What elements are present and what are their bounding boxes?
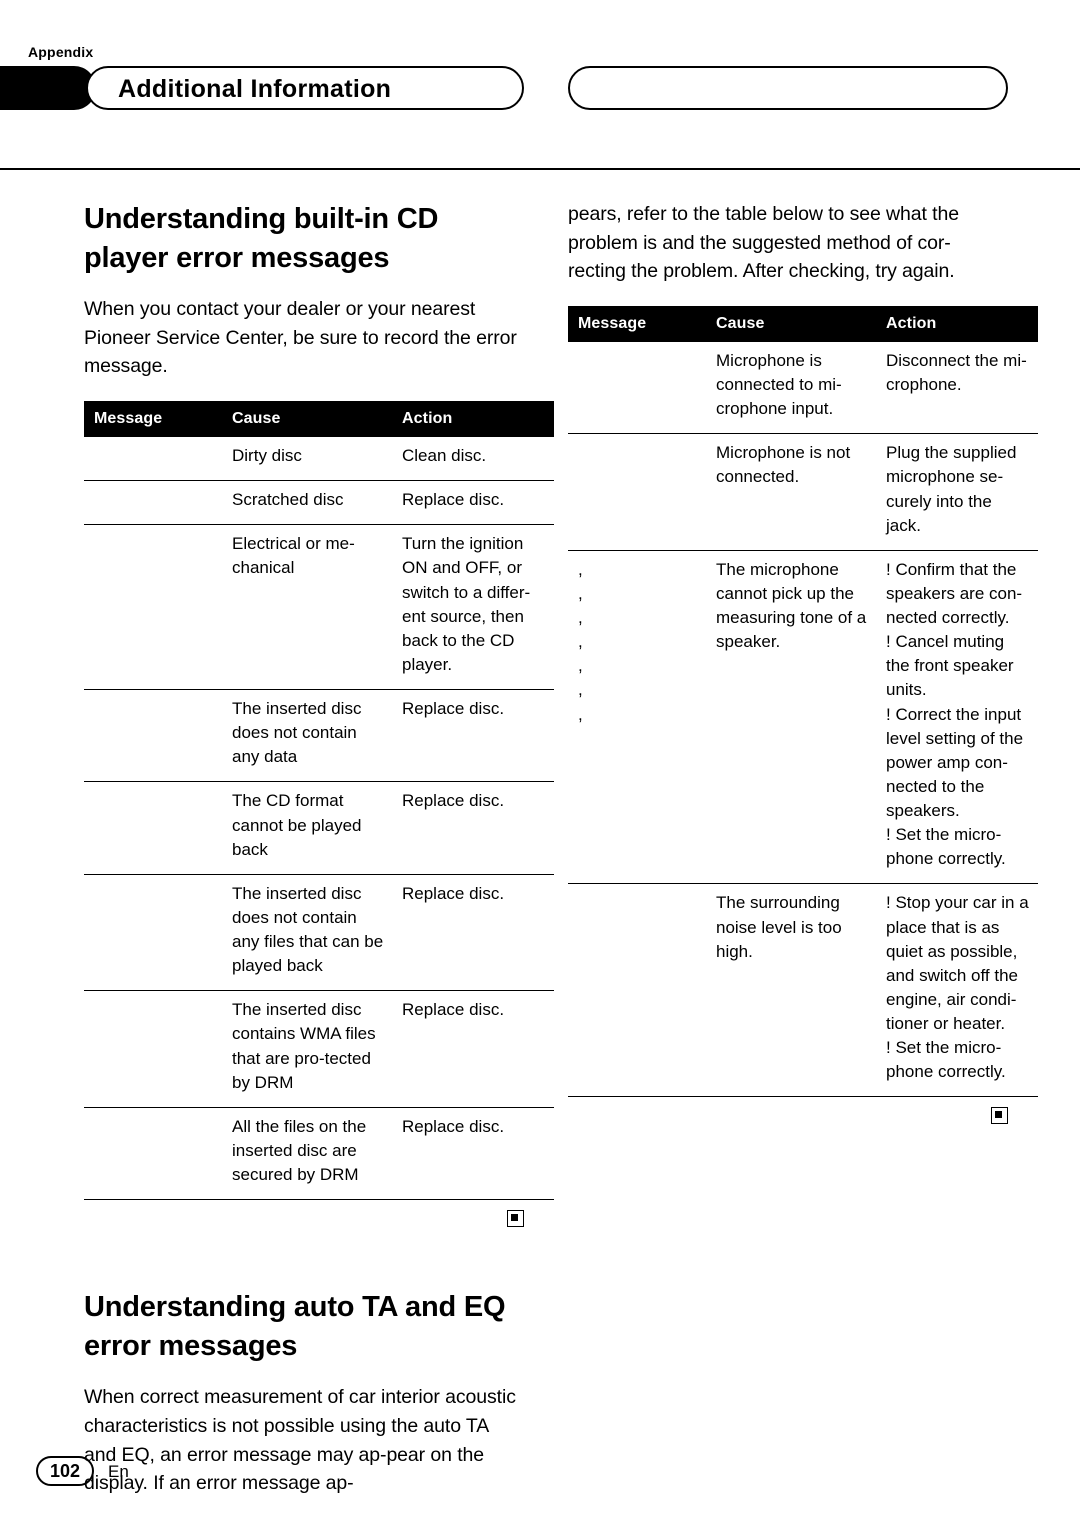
cell-message (84, 781, 222, 875)
left-heading-cd-errors: Understanding built-in CD player error m… (84, 203, 439, 274)
cell-cause: Scratched disc (222, 480, 392, 526)
table-row: The CD format cannot be played back Repl… (84, 781, 554, 875)
cell-action: Turn the ignition ON and OFF, or switch … (392, 524, 554, 691)
cell-cause: The surrounding noise level is too high. (706, 883, 876, 1098)
table-row: The surrounding noise level is too high.… (568, 883, 1038, 1098)
cd-error-table: Message Cause Action Dirty disc Clean di… (84, 401, 554, 1201)
table-row: Dirty disc Clean disc. (84, 437, 554, 482)
cell-action: Disconnect the mi-crophone. (876, 341, 1038, 435)
right-column: pears, refer to the table below to see w… (568, 200, 1038, 1129)
cell-message (568, 433, 706, 551)
cd-error-table-body: Dirty disc Clean disc. Scratched disc Re… (84, 437, 554, 1201)
table-row: , , , , , , , The microphone cannot pick… (568, 550, 1038, 885)
col-header-action: Action (876, 305, 1038, 342)
cell-action: Replace disc. (392, 480, 554, 526)
header-divider (0, 168, 1080, 170)
auto-ta-eq-error-table: Message Cause Action Microphone is conne… (568, 305, 1038, 1098)
page-number: 102 (36, 1456, 94, 1486)
cell-cause: The inserted disc contains WMA files tha… (222, 990, 392, 1108)
section-end-square-icon (507, 1210, 524, 1228)
cell-action: Plug the supplied microphone se-curely i… (876, 433, 1038, 551)
left-column: Understanding built-in CD player error m… (84, 200, 554, 1498)
cell-message (84, 437, 222, 482)
table-row: The inserted disc contains WMA files tha… (84, 990, 554, 1108)
cell-cause: The CD format cannot be played back (222, 781, 392, 875)
left-intro-paragraph: When you contact your dealer or your nea… (84, 298, 517, 378)
cell-message (84, 480, 222, 526)
cell-message: , , , , , , , (568, 550, 706, 885)
cell-action: Replace disc. (392, 990, 554, 1108)
right-end-marker-wrap (568, 1107, 1008, 1129)
header-black-tab (0, 66, 96, 110)
table-row: Scratched disc Replace disc. (84, 480, 554, 526)
auto-ta-eq-error-table-body: Microphone is connected to mi-crophone i… (568, 341, 1038, 1098)
cell-cause: Dirty disc (222, 437, 392, 482)
cell-message (84, 1107, 222, 1201)
cell-action: Replace disc. (392, 874, 554, 992)
table-row: Electrical or me-chanical Turn the ignit… (84, 524, 554, 691)
cell-cause: The microphone cannot pick up the measur… (706, 550, 876, 885)
right-intro-continued: pears, refer to the table below to see w… (568, 203, 959, 283)
cell-cause: Microphone is connected to mi-crophone i… (706, 341, 876, 435)
cell-cause: The inserted disc does not contain any d… (222, 689, 392, 783)
table-header-row: Message Cause Action (84, 401, 554, 438)
col-header-cause: Cause (222, 401, 392, 438)
cell-action: Replace disc. (392, 1107, 554, 1201)
cell-message (568, 883, 706, 1098)
cell-action: Clean disc. (392, 437, 554, 482)
cell-message (84, 990, 222, 1108)
section-end-square-icon (991, 1107, 1008, 1125)
section-title-pill: Additional Information (86, 66, 524, 110)
table-row: The inserted disc does not contain any f… (84, 874, 554, 992)
cell-message (84, 874, 222, 992)
cell-action: Replace disc. (392, 689, 554, 783)
cell-message (568, 341, 706, 435)
table-header-row: Message Cause Action (568, 305, 1038, 342)
cell-cause: Microphone is not connected. (706, 433, 876, 551)
page-language-label: En (108, 1462, 129, 1481)
col-header-action: Action (392, 401, 554, 438)
table-row: The inserted disc does not contain any d… (84, 689, 554, 783)
cell-action: Replace disc. (392, 781, 554, 875)
cell-message (84, 689, 222, 783)
col-header-message: Message (84, 401, 222, 438)
table-row: Microphone is connected to mi-crophone i… (568, 341, 1038, 435)
cell-cause: All the files on the inserted disc are s… (222, 1107, 392, 1201)
cell-action: ! Confirm that the speakers are con-nect… (876, 550, 1038, 885)
left-end-marker-wrap (84, 1210, 524, 1232)
left-intro2-paragraph: When correct measurement of car interior… (84, 1386, 516, 1495)
table-row: All the files on the inserted disc are s… (84, 1107, 554, 1201)
left-heading-auto-ta-eq: Understanding auto TA and EQ error messa… (84, 1291, 506, 1362)
col-header-cause: Cause (706, 305, 876, 342)
cell-cause: Electrical or me-chanical (222, 524, 392, 691)
cell-cause: The inserted disc does not contain any f… (222, 874, 392, 992)
section-title-pill-right (568, 66, 1008, 110)
col-header-message: Message (568, 305, 706, 342)
table-row: Microphone is not connected. Plug the su… (568, 433, 1038, 551)
appendix-label: Appendix (28, 44, 94, 60)
cell-action: ! Stop your car in a place that is as qu… (876, 883, 1038, 1098)
cell-message (84, 524, 222, 691)
page-title: Additional Information (118, 75, 392, 103)
